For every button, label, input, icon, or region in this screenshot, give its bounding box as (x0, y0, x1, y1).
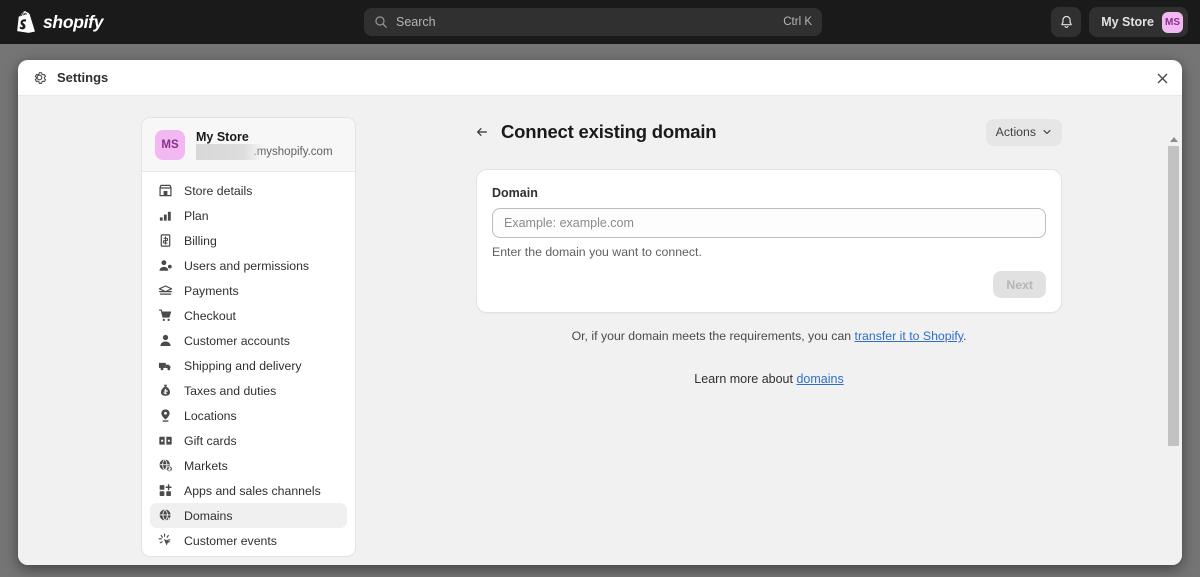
topbar-store-name: My Store (1101, 15, 1154, 29)
gift-card-icon (158, 433, 173, 448)
customer-events-icon (158, 533, 173, 548)
sidebar-item-label: Locations (184, 409, 237, 423)
domains-globe-icon (158, 508, 173, 523)
sidebar-store-name: My Store (196, 130, 333, 145)
location-pin-icon (158, 408, 173, 423)
sidebar-item-label: Taxes and duties (184, 384, 276, 398)
sidebar-item-label: Store details (184, 184, 252, 198)
store-icon (158, 183, 173, 198)
triangle-up-icon (1170, 137, 1178, 142)
page-title: Connect existing domain (501, 121, 716, 143)
chevron-down-icon (1042, 127, 1052, 137)
search-icon (374, 15, 388, 29)
delivery-truck-icon (158, 358, 173, 373)
page-header: Connect existing domain Actions (476, 117, 1062, 147)
transfer-to-shopify-link[interactable]: transfer it to Shopify (855, 329, 963, 343)
domain-field-label: Domain (492, 186, 1046, 200)
actions-button-label: Actions (996, 125, 1036, 139)
modal-header-left: Settings (32, 70, 108, 85)
sidebar-item-domains[interactable]: Domains (150, 503, 347, 528)
modal-close-button[interactable] (1152, 68, 1172, 88)
sidebar-item-plan[interactable]: Plan (150, 203, 347, 228)
sidebar-item-label: Plan (184, 209, 209, 223)
connect-domain-card: Domain Enter the domain you want to conn… (476, 169, 1062, 313)
sidebar-item-label: Payments (184, 284, 239, 298)
sidebar-item-label: Apps and sales channels (184, 484, 321, 498)
plan-chart-icon (158, 208, 173, 223)
settings-sidebar: MS My Store xxxxxxxxxx.myshopify.com (141, 117, 356, 557)
billing-receipt-icon (158, 233, 173, 248)
gear-icon (32, 70, 47, 85)
payments-card-icon (158, 283, 173, 298)
settings-nav-list: Store details Plan Billing (142, 172, 355, 557)
avatar: MS (1162, 12, 1183, 33)
sidebar-item-label: Billing (184, 234, 217, 248)
search-shortcut: Ctrl K (783, 16, 812, 28)
apps-grid-icon (158, 483, 173, 498)
taxes-money-bag-icon (158, 383, 173, 398)
learn-more-prefix: Learn more about (694, 372, 796, 386)
markets-globe-icon (158, 458, 173, 473)
arrow-left-icon (475, 125, 489, 139)
sidebar-item-apps-and-sales-channels[interactable]: Apps and sales channels (150, 478, 347, 503)
close-icon (1157, 73, 1168, 84)
redaction-overlay (196, 144, 263, 160)
sidebar-store-meta: My Store xxxxxxxxxx.myshopify.com (196, 130, 333, 160)
sidebar-item-label: Customer accounts (184, 334, 290, 348)
global-topbar: shopify Search Ctrl K My Store MS (0, 0, 1200, 44)
sidebar-item-label: Gift cards (184, 434, 237, 448)
learn-more-line: Learn more about domains (476, 372, 1062, 386)
sidebar-item-label: Markets (184, 459, 228, 473)
sidebar-item-customer-events[interactable]: Customer events (150, 528, 347, 553)
scrollbar-up-arrow[interactable] (1167, 133, 1180, 145)
sidebar-item-customer-accounts[interactable]: Customer accounts (150, 328, 347, 353)
sidebar-item-payments[interactable]: Payments (150, 278, 347, 303)
store-switcher-button[interactable]: My Store MS (1089, 7, 1188, 37)
actions-button[interactable]: Actions (986, 119, 1062, 146)
sidebar-item-label: Users and permissions (184, 259, 309, 273)
modal-title: Settings (57, 70, 108, 85)
bell-icon (1059, 15, 1074, 30)
card-footer: Next (492, 271, 1046, 298)
sidebar-item-gift-cards[interactable]: Gift cards (150, 428, 347, 453)
shopify-wordmark: shopify (43, 12, 103, 33)
sidebar-item-label: Customer events (184, 534, 277, 548)
sidebar-item-label: Domains (184, 509, 233, 523)
settings-main-panel: Connect existing domain Actions Domain E… (356, 117, 1182, 565)
avatar: MS (155, 130, 185, 160)
modal-body: MS My Store xxxxxxxxxx.myshopify.com (18, 96, 1182, 565)
next-button[interactable]: Next (993, 271, 1046, 298)
sidebar-item-checkout[interactable]: Checkout (150, 303, 347, 328)
sidebar-item-markets[interactable]: Markets (150, 453, 347, 478)
search-placeholder: Search (396, 15, 783, 29)
scrollbar-thumb[interactable] (1168, 146, 1179, 446)
transfer-hint: Or, if your domain meets the requirement… (476, 329, 1062, 343)
users-icon (158, 258, 173, 273)
sidebar-item-billing[interactable]: Billing (150, 228, 347, 253)
modal-scrollbar[interactable] (1167, 133, 1180, 565)
sidebar-store-header[interactable]: MS My Store xxxxxxxxxx.myshopify.com (142, 118, 355, 172)
transfer-hint-prefix: Or, if your domain meets the requirement… (572, 329, 855, 343)
notifications-button[interactable] (1051, 7, 1081, 37)
sidebar-item-label: Checkout (184, 309, 236, 323)
cart-icon (158, 308, 173, 323)
sidebar-item-taxes-and-duties[interactable]: Taxes and duties (150, 378, 347, 403)
sidebar-item-shipping-and-delivery[interactable]: Shipping and delivery (150, 353, 347, 378)
sidebar-item-label: Shipping and delivery (184, 359, 302, 373)
domain-help-text: Enter the domain you want to connect. (492, 245, 1046, 259)
modal-header: Settings (18, 60, 1182, 96)
person-icon (158, 333, 173, 348)
back-button[interactable] (472, 122, 492, 142)
sidebar-item-store-details[interactable]: Store details (150, 178, 347, 203)
topbar-right-cluster: My Store MS (1051, 7, 1188, 37)
domain-input[interactable] (492, 208, 1046, 238)
shopify-logo[interactable]: shopify (16, 11, 103, 33)
settings-modal: Settings MS My Store xxxxxxxxxx.myshopif… (18, 60, 1182, 565)
domains-help-link[interactable]: domains (796, 372, 843, 386)
sidebar-item-locations[interactable]: Locations (150, 403, 347, 428)
shopify-bag-icon (16, 11, 36, 33)
sidebar-item-users-and-permissions[interactable]: Users and permissions (150, 253, 347, 278)
transfer-hint-suffix: . (963, 329, 966, 343)
global-search[interactable]: Search Ctrl K (364, 8, 822, 36)
